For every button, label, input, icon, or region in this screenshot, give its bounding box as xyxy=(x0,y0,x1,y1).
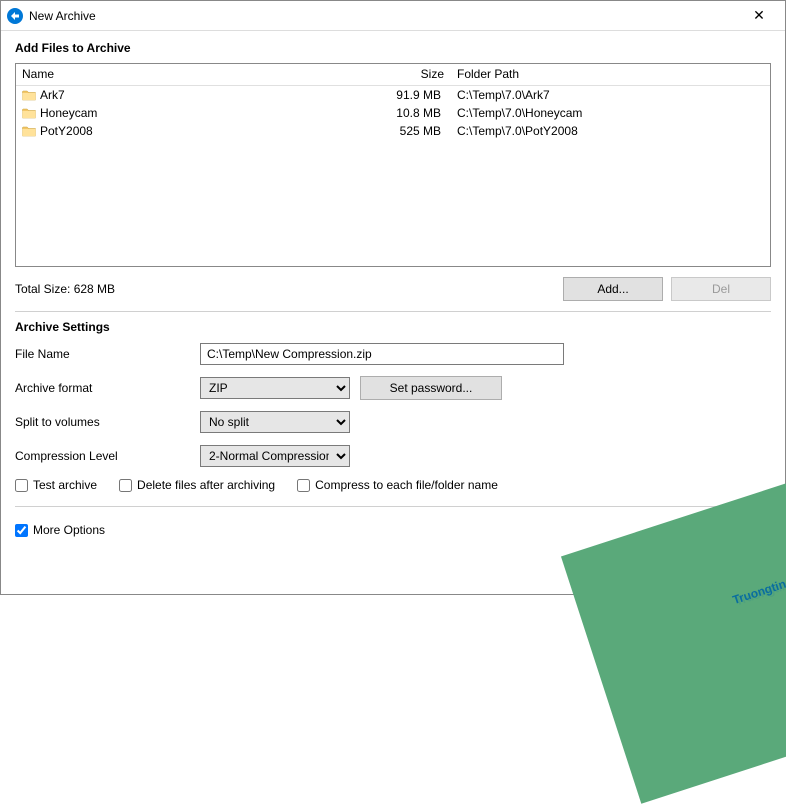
column-header-path[interactable]: Folder Path xyxy=(451,64,770,85)
delete-after-checkbox[interactable]: Delete files after archiving xyxy=(119,478,275,492)
compress-each-checkbox[interactable]: Compress to each file/folder name xyxy=(297,478,498,492)
table-row[interactable]: Honeycam 10.8 MBC:\Temp\7.0\Honeycam xyxy=(16,104,770,122)
folder-icon xyxy=(22,125,36,137)
titlebar: New Archive ✕ xyxy=(1,1,785,31)
app-icon xyxy=(7,8,23,24)
column-header-name[interactable]: Name xyxy=(16,64,376,85)
compress-each-input[interactable] xyxy=(297,479,310,492)
file-name: Honeycam xyxy=(40,106,97,120)
file-size: 10.8 MB xyxy=(376,106,451,120)
close-button[interactable]: ✕ xyxy=(739,2,779,30)
folder-icon xyxy=(22,107,36,119)
delete-after-input[interactable] xyxy=(119,479,132,492)
file-name: PotY2008 xyxy=(40,124,93,138)
test-archive-label: Test archive xyxy=(33,478,97,492)
table-row[interactable]: PotY2008 525 MBC:\Temp\7.0\PotY2008 xyxy=(16,122,770,140)
set-password-button[interactable]: Set password... xyxy=(360,376,502,400)
archive-format-label: Archive format xyxy=(15,381,200,395)
split-volumes-select[interactable]: No split xyxy=(200,411,350,433)
compression-level-select[interactable]: 2-Normal Compression xyxy=(200,445,350,467)
folder-icon xyxy=(22,89,36,101)
split-volumes-label: Split to volumes xyxy=(15,415,200,429)
more-options-label: More Options xyxy=(33,523,105,537)
column-header-size[interactable]: Size xyxy=(376,64,451,85)
file-list-header: Name Size Folder Path xyxy=(16,64,770,86)
compression-level-label: Compression Level xyxy=(15,449,200,463)
divider xyxy=(15,311,771,312)
table-row[interactable]: Ark7 91.9 MBC:\Temp\7.0\Ark7 xyxy=(16,86,770,104)
file-path: C:\Temp\7.0\Honeycam xyxy=(451,106,770,120)
test-archive-checkbox[interactable]: Test archive xyxy=(15,478,97,492)
add-button[interactable]: Add... xyxy=(563,277,663,301)
watermark: Truongtin.top xyxy=(722,543,786,614)
filename-label: File Name xyxy=(15,347,200,361)
file-size: 91.9 MB xyxy=(376,88,451,102)
delete-after-label: Delete files after archiving xyxy=(137,478,275,492)
del-button[interactable]: Del xyxy=(671,277,771,301)
add-files-heading: Add Files to Archive xyxy=(15,41,771,55)
filename-input[interactable] xyxy=(200,343,564,365)
file-size: 525 MB xyxy=(376,124,451,138)
archive-format-select[interactable]: ZIP xyxy=(200,377,350,399)
compress-each-label: Compress to each file/folder name xyxy=(315,478,498,492)
divider xyxy=(15,506,771,507)
more-options-input[interactable] xyxy=(15,524,28,537)
total-size-label: Total Size: 628 MB xyxy=(15,282,563,296)
test-archive-input[interactable] xyxy=(15,479,28,492)
window-title: New Archive xyxy=(29,9,739,23)
archive-settings-heading: Archive Settings xyxy=(15,320,771,334)
file-name: Ark7 xyxy=(40,88,65,102)
more-options-checkbox[interactable]: More Options xyxy=(15,523,105,537)
file-path: C:\Temp\7.0\PotY2008 xyxy=(451,124,770,138)
file-path: C:\Temp\7.0\Ark7 xyxy=(451,88,770,102)
file-list-panel: Name Size Folder Path Ark791.9 MBC:\Temp… xyxy=(15,63,771,267)
